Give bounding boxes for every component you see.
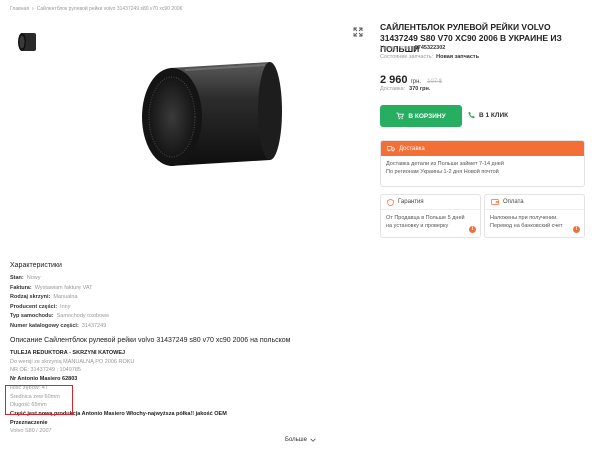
description-line: Do wersji ze skrzynią MANUALNĄ PO 2006 R…: [10, 358, 135, 365]
characteristic-row: Faktura: Wystawiam fakturę VAT: [10, 284, 109, 294]
truck-icon: [387, 145, 395, 151]
description-body: TULEJA REDUKTORA - SKRZYNI KATOWEJ Do we…: [5, 349, 227, 436]
product-thumbnail[interactable]: [10, 24, 46, 60]
breadcrumb-current: Сайлентблок рулевой рейки volvo 31437249…: [36, 6, 183, 12]
part-number-row: Номер лота: 8745322302: [380, 45, 445, 51]
condition-label: Состояние запчасть:: [380, 54, 434, 60]
delivery-price-label: Доставка:: [380, 86, 406, 92]
delivery-info-box: Доставка Доставка детали из Польши займе…: [380, 140, 585, 187]
characteristic-value: Manualna: [53, 294, 78, 300]
old-price: 107 $: [427, 79, 443, 85]
characteristic-value: 31437249: [81, 322, 107, 329]
characteristic-value: Nowy: [26, 275, 41, 281]
characteristic-row: Typ samochodu: Samochody osobowe: [10, 312, 109, 322]
payment-title: Оплата: [503, 199, 524, 205]
characteristic-value: Wystawiam fakturę VAT: [34, 284, 93, 291]
delivery-info-title: Доставка: [399, 145, 425, 152]
characteristic-label: Numer katalogowy części:: [10, 322, 79, 329]
characteristic-value: Samochody osobowe: [56, 313, 110, 319]
delivery-price-row: Доставка: 370 грн.: [380, 86, 430, 92]
characteristic-row: Rodzaj skrzyni: Manualna: [10, 293, 109, 303]
part-number-label: Номер лота:: [380, 45, 412, 51]
condition-value: Новая запчасть: [436, 54, 479, 60]
guarantee-box: Гарантия От Продавца в Польше 5 дней на …: [380, 194, 481, 238]
characteristic-label: Producent części:: [10, 303, 58, 310]
characteristic-row: Stan: Nowy: [10, 274, 109, 284]
expand-icon[interactable]: [353, 27, 363, 37]
guarantee-info-icon[interactable]: i: [469, 226, 476, 233]
characteristic-row: Producent części: Inny: [10, 303, 109, 313]
description-line: Nr Antonio Masiero 62803: [10, 376, 78, 383]
description-line: Volvo S80 / 2007: [10, 428, 52, 435]
description-title: Описание Сайлентблок рулевой рейки volvo…: [10, 337, 291, 344]
description-line: Przeznaczenie: [10, 419, 48, 426]
one-click-button[interactable]: В 1 КЛИК: [468, 111, 508, 119]
characteristic-row: Numer katalogowy części: 31437249: [10, 322, 109, 332]
characteristics-list: Stan: Nowy Faktura: Wystawiam fakturę VAT …: [10, 274, 109, 331]
description-line: TULEJA REDUKTORA - SKRZYNI KATOWEJ: [10, 350, 126, 356]
add-to-cart-label: В КОРЗИНУ: [408, 112, 446, 120]
payment-info-icon[interactable]: i: [573, 226, 580, 233]
characteristic-label: Rodzaj skrzyni:: [10, 294, 51, 300]
guarantee-title: Гарантия: [398, 199, 424, 205]
characteristic-label: Faktura:: [10, 284, 32, 291]
part-number-value: 8745322302: [414, 45, 446, 51]
breadcrumb-separator-icon: ›: [32, 6, 34, 12]
characteristics-title: Характеристики: [10, 262, 62, 269]
characteristic-value: Inny: [60, 303, 71, 310]
product-main-image: [142, 62, 282, 166]
highlight-frame: [5, 385, 73, 415]
characteristic-label: Typ samochodu:: [10, 313, 54, 319]
wallet-icon: [491, 199, 499, 205]
show-more-label: Больше: [285, 437, 307, 443]
payment-header: Оплата: [485, 195, 584, 210]
characteristic-label: Stan:: [10, 275, 24, 281]
shield-icon: [387, 198, 394, 206]
delivery-info-line: Доставка детали из Польши займет 7-14 дн…: [386, 161, 504, 167]
description-line: NR OE: 31437249 ; 1049785: [10, 367, 81, 374]
chevron-down-icon: [310, 438, 316, 442]
cart-icon: [396, 112, 405, 120]
guarantee-header: Гарантия: [381, 195, 480, 210]
payment-box: Оплата Наложены при получении. Перевод н…: [484, 194, 585, 238]
delivery-info-text: Доставка детали из Польши займет 7-14 дн…: [381, 156, 584, 180]
price-value: 2 960: [380, 74, 408, 86]
delivery-price-value: 370 грн.: [409, 86, 431, 92]
show-more-button[interactable]: Больше: [285, 437, 316, 443]
delivery-info-line: По регионам Украины 1-2 дня Новой почтой: [386, 169, 499, 175]
price-row: 2 960 грн. 107 $: [380, 74, 442, 86]
guarantee-text: От Продавца в Польше 5 дней на установку…: [386, 215, 465, 229]
delivery-info-header: Доставка: [381, 141, 584, 156]
phone-icon: [468, 111, 475, 119]
payment-text: Наложены при получении. Перевод на банко…: [490, 215, 563, 229]
breadcrumb: Главная › Сайлентблок рулевой рейки volvo …: [10, 6, 182, 12]
add-to-cart-button[interactable]: В КОРЗИНУ: [380, 105, 462, 127]
thumbnail-image: [18, 33, 36, 51]
breadcrumb-home[interactable]: Главная: [10, 6, 29, 12]
one-click-label: В 1 КЛИК: [479, 111, 509, 119]
condition-row: Состояние запчасть: Новая запчасть: [380, 54, 479, 60]
price-currency: грн.: [410, 79, 422, 85]
